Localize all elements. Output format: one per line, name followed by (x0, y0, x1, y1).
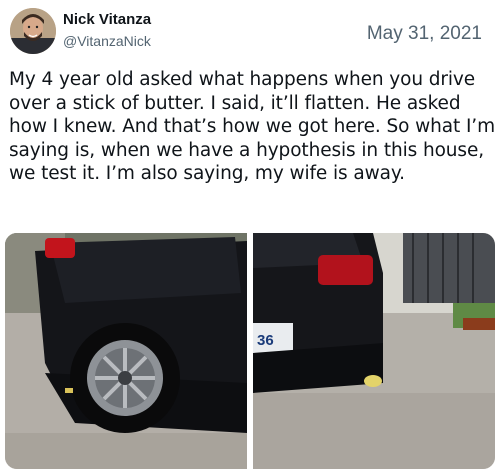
tweet-text: My 4 year old asked what happens when yo… (9, 69, 495, 184)
car-rear-image: 36 (253, 233, 495, 469)
photo-car-rear[interactable]: 36 (253, 233, 495, 469)
car-tire-image (5, 233, 247, 469)
photo-car-tire[interactable] (5, 233, 247, 469)
license-plate-text: 36 (257, 332, 274, 349)
avatar[interactable] (10, 8, 56, 54)
tweet-media: 36 (5, 233, 495, 469)
tweet-date: May 31, 2021 (366, 23, 482, 44)
author-handle[interactable]: @VitanzaNick (63, 33, 151, 49)
tweet-header: Nick Vitanza @VitanzaNick May 31, 2021 (0, 0, 500, 60)
author-name[interactable]: Nick Vitanza (63, 11, 151, 28)
profile-photo-icon (10, 8, 56, 54)
